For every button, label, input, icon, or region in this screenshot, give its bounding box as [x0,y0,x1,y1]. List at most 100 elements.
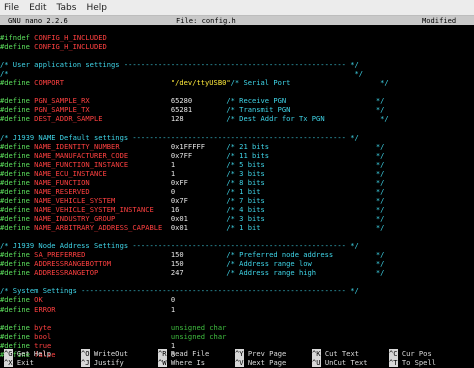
code-line: #define NAME_ECU_INSTANCE 1 /* 3 bits */ [0,169,384,178]
code-line: #define NAME_INDUSTRY_GROUP 0x01 /* 3 bi… [0,214,384,223]
macro-name: NAME_MANUFACTURER_CODE [34,150,171,160]
nano-filename: File: config.h [176,16,236,25]
preprocessor-keyword: #define [0,195,35,205]
code-line: /* */ [0,69,363,78]
comment-text: /* Address range high */ [226,268,385,278]
comment-text: /* */ [0,69,364,79]
comment-text: /* Preferred node address */ [226,250,385,260]
preprocessor-keyword: #define [0,214,35,223]
shortcut-key: ^X [4,358,13,367]
comment-text: /* Serial Port */ [230,78,389,88]
macro-name: ADDRESSRANGETOP [34,268,171,278]
macro-name: NAME_RESERVED [34,186,171,196]
menu-bar: File Edit Tabs Help [0,0,474,16]
preprocessor-keyword: #define [0,141,35,151]
shortcut-item[interactable]: ^R Read File [158,349,209,358]
preprocessor-keyword: #define [0,78,35,88]
menu-edit[interactable]: Edit [25,3,52,13]
macro-name: PGN_SAMPLE_RX [34,96,171,106]
shortcut-item[interactable]: ^V Next Page [235,358,286,367]
shortcut-label: Next Page [243,358,287,367]
macro-value: 0 [170,186,227,196]
macro-value: 1 [170,159,227,169]
comment-text: /* Receive PGN */ [226,96,385,106]
shortcut-label: UnCut Text [320,358,368,367]
code-line: /* J1939 NAME Default settings ---------… [0,133,359,142]
preprocessor-keyword: #define [0,304,35,314]
macro-name: SA_PREFERRED [34,250,171,260]
shortcut-label: To Spell [397,358,436,367]
shortcut-item[interactable]: ^U UnCut Text [312,358,368,367]
macro-name: byte [34,322,171,332]
shortcut-key: ^U [312,358,321,367]
shortcut-item[interactable]: ^T To Spell [389,358,436,367]
macro-value: 1 [170,304,227,314]
macro-name: NAME_ARBITRARY_ADDRESS_CAPABLE [34,223,171,233]
macro-name: bool [34,331,171,341]
code-line: #define bool unsigned char [0,332,226,341]
preprocessor-keyword: #define [0,177,35,187]
preprocessor-keyword: #define [0,204,35,214]
shortcut-item[interactable]: ^W Where Is [158,358,205,367]
macro-name: CONFIG_H_INCLUDED [34,33,171,42]
macro-value: 128 [170,114,227,124]
macro-name: COMPORT [34,78,171,88]
preprocessor-keyword: #define [0,322,35,332]
code-line: #define NAME_FUNCTION 0xFF /* 8 bits */ [0,178,384,187]
code-line: #define byte unsigned char [0,323,226,332]
shortcut-item[interactable]: ^Y Prev Page [235,349,286,358]
code-line: #define COMPORT "/dev/ttyUSB0"/* Serial … [0,78,389,87]
macro-value: 150 [170,250,227,260]
macro-value: 65281 [170,105,227,115]
code-line: #define OK 0 [0,295,226,304]
macro-type: unsigned char [170,331,227,341]
comment-text: /* 7 bits */ [226,195,385,205]
code-line: #define NAME_IDENTITY_NUMBER 0x1FFFFF /*… [0,142,384,151]
menu-help[interactable]: Help [82,3,113,13]
shortcut-item[interactable]: ^G Get Help [4,349,51,358]
code-line: #define SA_PREFERRED 150 /* Preferred no… [0,250,384,259]
shortcut-label: Get Help [12,349,51,358]
menu-file[interactable]: File [0,3,25,13]
macro-value: 0x01 [170,223,227,233]
shortcut-item[interactable]: ^C Cur Pos [389,349,432,358]
macro-name: OK [34,295,171,305]
preprocessor-keyword: #define [0,186,35,196]
macro-value: 0x1FFFFF [170,141,227,151]
terminal-screen[interactable]: GNU nano 2.2.6 File: config.h Modified #… [0,16,474,368]
shortcut-key: ^V [235,358,244,367]
macro-name: NAME_FUNCTION_INSTANCE [34,159,171,169]
shortcut-key: ^O [81,349,90,358]
macro-name: NAME_FUNCTION [34,177,171,187]
macro-name: NAME_VEHICLE_SYSTEM [34,195,171,205]
shortcut-key: ^J [81,358,90,367]
macro-value: 0xFF [170,177,227,187]
shortcut-item[interactable]: ^J Justify [81,358,124,367]
comment-text: /* 3 bits */ [226,168,385,178]
comment-text: /* Dest Addr for Tx PGN */ [226,114,389,124]
macro-name: NAME_IDENTITY_NUMBER [34,141,171,151]
comment-text: /* 5 bits */ [226,159,385,169]
shortcut-label: Prev Page [243,349,287,358]
shortcut-key: ^R [158,349,167,358]
comment-text: /* Transmit PGN */ [226,105,385,115]
shortcut-item[interactable]: ^X Exit [4,358,34,367]
code-line: /* J1939 Node Address Settings ---------… [0,241,359,250]
macro-value: 0 [170,295,227,305]
preprocessor-keyword: #define [0,150,35,160]
shortcut-item[interactable]: ^K Cut Text [312,349,359,358]
code-line: #define NAME_VEHICLE_SYSTEM 0x7F /* 7 bi… [0,196,384,205]
comment-text: /* User application settings -----------… [0,60,359,70]
comment-text: /* 8 bits */ [226,177,385,187]
code-line: #define CONFIG_H_INCLUDED [0,42,171,51]
macro-name: ADDRESSRANGEBOTTOM [34,259,171,269]
comment-text: /* J1939 NAME Default settings ---------… [0,132,359,142]
shortcut-label: Exit [12,358,34,367]
comment-text: /* System Settings ---------------------… [0,286,359,296]
menu-tabs[interactable]: Tabs [53,3,83,13]
macro-value: 65280 [170,96,227,106]
nano-modified-status: Modified [422,16,457,25]
shortcut-item[interactable]: ^O WriteOut [81,349,128,358]
shortcut-key: ^T [389,358,398,367]
code-line: #define PGN_SAMPLE_TX 65281 /* Transmit … [0,105,384,114]
